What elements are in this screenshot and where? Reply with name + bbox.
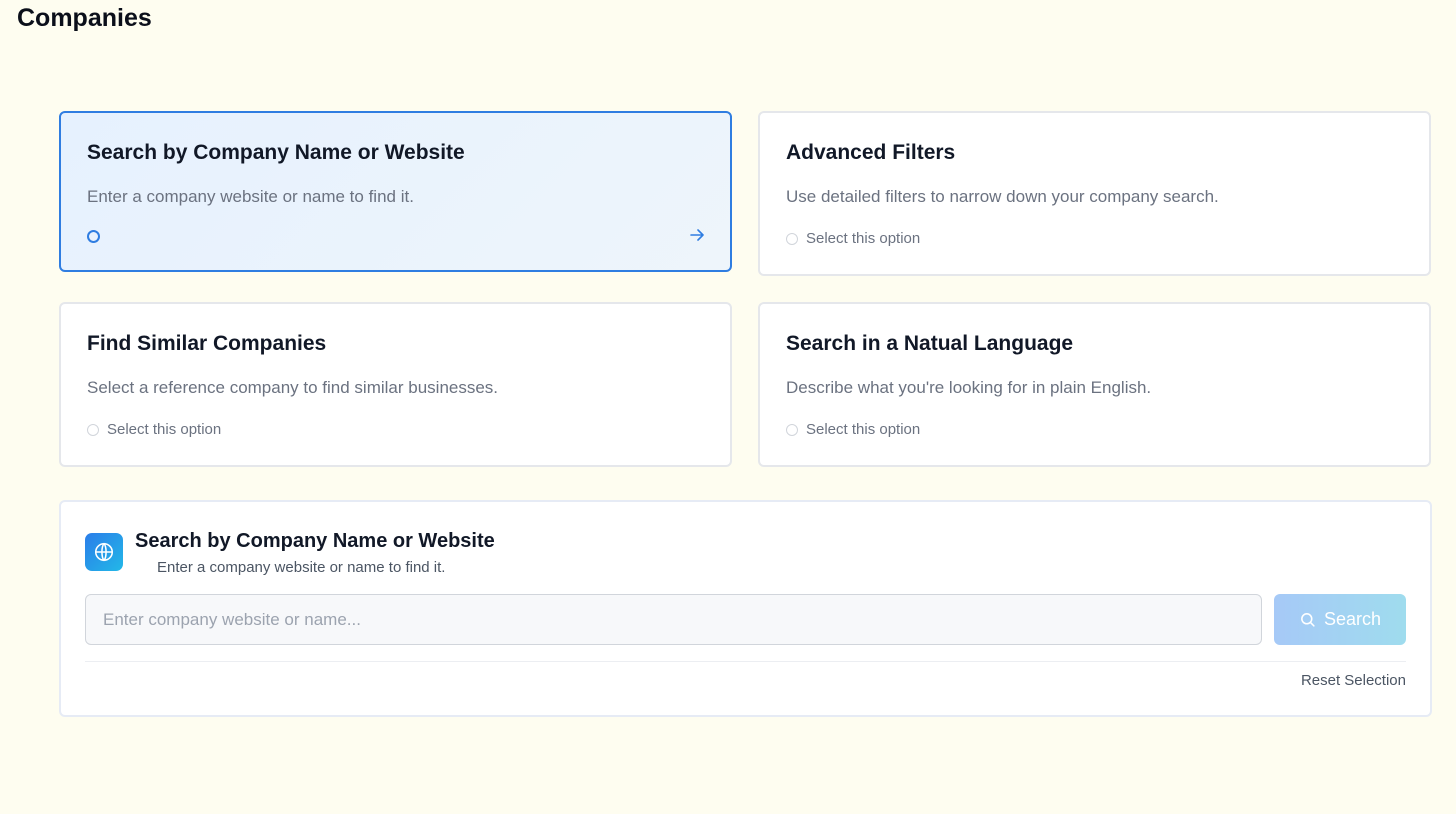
- divider: [85, 661, 1406, 662]
- option-card-find-similar[interactable]: Find Similar Companies Select a referenc…: [59, 302, 732, 467]
- search-button-label: Search: [1323, 609, 1382, 629]
- option-card-search-by-name[interactable]: Search by Company Name or Website Enter …: [59, 111, 732, 272]
- option-card-natural-language[interactable]: Search in a Natual Language Describe wha…: [758, 302, 1431, 467]
- radio-unselected-icon[interactable]: [786, 232, 798, 245]
- option-footer: [87, 230, 100, 243]
- option-title: Search by Company Name or Website: [87, 141, 465, 164]
- radio-unselected-icon[interactable]: [786, 423, 798, 436]
- search-panel: Search by Company Name or Website Enter …: [59, 500, 1432, 717]
- search-input[interactable]: [85, 594, 1262, 645]
- search-button[interactable]: Search: [1274, 594, 1406, 645]
- option-footer: Select this option: [786, 421, 920, 438]
- radio-unselected-icon[interactable]: [87, 423, 99, 436]
- option-footer: Select this option: [786, 230, 920, 247]
- option-footer: Select this option: [87, 421, 221, 438]
- radio-selected-icon[interactable]: [87, 230, 100, 243]
- option-description: Describe what you're looking for in plai…: [786, 378, 1152, 397]
- option-description: Use detailed filters to narrow down your…: [786, 187, 1219, 206]
- option-description: Enter a company website or name to find …: [87, 187, 414, 206]
- option-title: Advanced Filters: [786, 141, 956, 164]
- panel-title: Search by Company Name or Website: [135, 530, 495, 552]
- select-option-label: Select this option: [806, 230, 921, 247]
- globe-icon: [85, 533, 123, 571]
- option-title: Search in a Natual Language: [786, 332, 1074, 355]
- option-description: Select a reference company to find simil…: [87, 378, 499, 397]
- option-card-advanced-filters[interactable]: Advanced Filters Use detailed filters to…: [758, 111, 1431, 276]
- option-title: Find Similar Companies: [87, 332, 327, 355]
- search-icon: [1301, 613, 1315, 627]
- arrow-right-icon: [690, 227, 704, 245]
- page-title: Companies: [17, 4, 152, 32]
- panel-subtitle: Enter a company website or name to find …: [157, 559, 446, 576]
- reset-selection-button[interactable]: Reset Selection: [1301, 672, 1406, 689]
- select-option-label: Select this option: [107, 421, 222, 438]
- select-option-label: Select this option: [806, 421, 921, 438]
